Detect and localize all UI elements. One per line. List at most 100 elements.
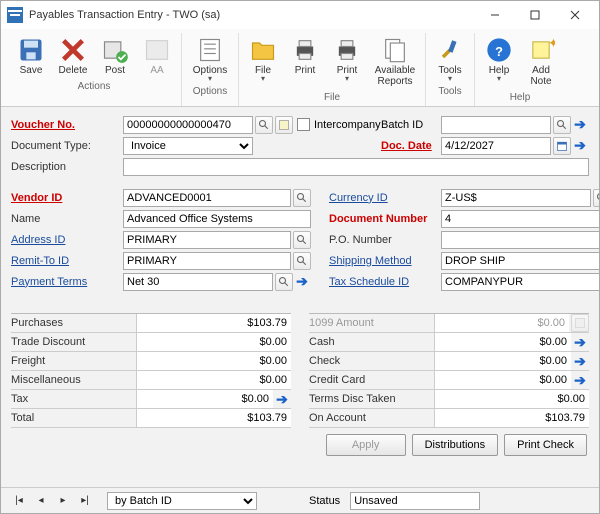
tools-icon [436,36,464,64]
purchases-label: Purchases [11,317,136,329]
nav-next-button[interactable]: ▸ [55,494,71,508]
remit-lookup-button[interactable] [293,252,311,270]
ship-label[interactable]: Shipping Method [329,255,441,267]
check-expand-button[interactable]: ➔ [571,352,589,370]
batch-expand-button[interactable]: ➔ [571,116,589,134]
ship-input[interactable] [441,252,599,270]
status-label: Status [309,495,340,507]
tax-expand-button[interactable]: ➔ [273,390,291,408]
terms-input[interactable] [123,273,273,291]
print-button[interactable]: Print [285,33,325,90]
nav-prev-button[interactable]: ◂ [33,494,49,508]
addnote-button[interactable]: ✦ Add Note [521,33,561,90]
taxsched-input[interactable] [441,273,599,291]
printcheck-button[interactable]: Print Check [504,434,587,456]
remit-to-input[interactable] [123,252,291,270]
doc-column: Currency ID➔ Document Number P.O. Number… [329,188,599,293]
vendor-id-input[interactable] [123,189,291,207]
options-button[interactable]: Options ▾ [186,33,234,84]
tools-button[interactable]: Tools ▾ [430,33,470,84]
check-value[interactable]: $0.00 [434,352,571,370]
batch-id-input[interactable] [441,116,551,134]
doc-type-select[interactable]: Invoice [123,137,253,155]
docnum-input[interactable] [441,210,599,228]
vendor-name-input[interactable] [123,210,311,228]
po-input[interactable] [441,231,599,249]
misc-value[interactable]: $0.00 [136,371,291,389]
help-button[interactable]: ? Help ▾ [479,33,519,90]
chevron-down-icon: ▾ [261,76,265,81]
currency-input[interactable] [441,189,591,207]
status-bar: |◂ ◂ ▸ ▸| by Batch ID Status [1,487,599,513]
doc-date-input[interactable] [441,137,551,155]
po-label: P.O. Number [329,234,441,246]
vendor-column: Vendor ID Name Address ID Remit-To ID Pa… [11,188,311,293]
cash-value[interactable]: $0.00 [434,333,571,351]
reports-icon [381,36,409,64]
amounts-left: Purchases$103.79 Trade Discount$0.00 Fre… [11,313,291,428]
folder-icon [249,36,277,64]
vendor-name-label: Name [11,213,123,225]
doc-date-label: Doc. Date [381,140,441,152]
group-actions: Save Delete Post AA Actions [7,33,182,106]
doc-type-label: Document Type: [11,140,123,152]
cc-expand-button[interactable]: ➔ [571,371,589,389]
intercompany-checkbox[interactable] [297,118,310,131]
chevron-down-icon: ▾ [208,76,212,81]
currency-lookup-button[interactable] [593,189,599,207]
nav-mode-select[interactable]: by Batch ID [107,492,257,510]
tax-value[interactable]: $0.00 [136,390,273,408]
nav-last-button[interactable]: ▸| [77,494,93,508]
batch-id-label: Batch ID [381,119,441,131]
calendar-button[interactable] [553,137,571,155]
onacct-label: On Account [309,412,434,424]
vendor-id-label[interactable]: Vendor ID [11,192,123,204]
file-button[interactable]: File ▾ [243,33,283,90]
post-button[interactable]: Post [95,33,135,79]
voucher-lookup-button[interactable] [255,116,273,134]
delete-button[interactable]: Delete [53,33,93,79]
print2-button[interactable]: Print ▾ [327,33,367,90]
aa-button[interactable]: AA [137,33,177,79]
svg-text:✦: ✦ [548,36,555,51]
save-button[interactable]: Save [11,33,51,79]
voucher-no-input[interactable] [123,116,253,134]
terms-lookup-button[interactable] [275,273,293,291]
currency-label[interactable]: Currency ID [329,192,441,204]
close-button[interactable] [555,1,595,29]
a1099-opts-button [571,314,589,332]
voucher-note-button[interactable] [275,116,293,134]
termsdisc-value[interactable]: $0.00 [434,390,589,408]
address-id-input[interactable] [123,231,291,249]
termsdisc-label: Terms Disc Taken [309,393,434,405]
terms-label[interactable]: Payment Terms [11,276,123,288]
cash-expand-button[interactable]: ➔ [571,333,589,351]
amounts-right: 1099 Amount$0.00 Cash$0.00➔ Check$0.00➔ … [309,313,589,428]
trade-value[interactable]: $0.00 [136,333,291,351]
remit-to-label[interactable]: Remit-To ID [11,255,123,267]
group-help: ? Help ▾ ✦ Add Note Help [475,33,565,106]
reports-button[interactable]: Available Reports [369,33,421,90]
delete-icon [59,36,87,64]
taxsched-label[interactable]: Tax Schedule ID [329,276,441,288]
batch-lookup-button[interactable] [553,116,571,134]
post-icon [101,36,129,64]
note-icon: ✦ [527,36,555,64]
group-tools: Tools ▾ Tools [426,33,475,106]
group-options: Options ▾ Options [182,33,239,106]
description-input[interactable] [123,158,589,176]
distributions-button[interactable]: Distributions [412,434,499,456]
freight-value[interactable]: $0.00 [136,352,291,370]
nav-first-button[interactable]: |◂ [11,494,27,508]
address-lookup-button[interactable] [293,231,311,249]
docdate-expand-button[interactable]: ➔ [571,137,589,155]
maximize-button[interactable] [515,1,555,29]
terms-expand-button[interactable]: ➔ [293,273,311,291]
window-title: Payables Transaction Entry - TWO (sa) [29,9,475,21]
minimize-button[interactable] [475,1,515,29]
apply-button: Apply [326,434,406,456]
address-id-label[interactable]: Address ID [11,234,123,246]
cc-value[interactable]: $0.00 [434,371,571,389]
vendor-lookup-button[interactable] [293,189,311,207]
purchases-value[interactable]: $103.79 [136,314,291,332]
